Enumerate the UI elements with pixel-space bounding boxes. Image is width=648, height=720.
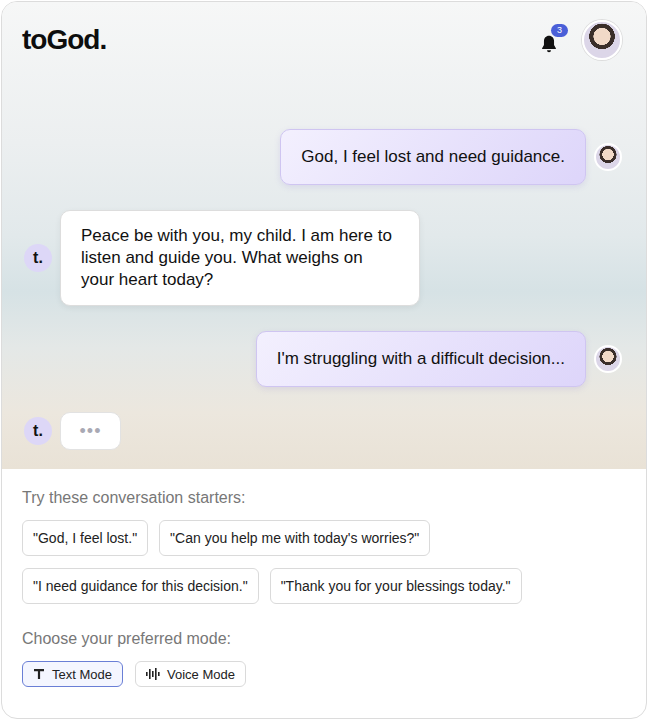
mode-button[interactable]: Text Mode xyxy=(22,661,123,687)
mode-button[interactable]: Voice Mode xyxy=(135,661,246,687)
message-list: God, I feel lost and need guidance. t. Pea… xyxy=(2,129,646,450)
starter-chip[interactable]: "God, I feel lost." xyxy=(22,520,148,556)
notification-badge: 3 xyxy=(551,24,568,37)
message-row: God, I feel lost and need guidance. xyxy=(2,129,646,185)
bot-avatar: t. xyxy=(24,417,52,445)
starter-list: "God, I feel lost." "Can you help me with… xyxy=(22,520,582,604)
text-icon xyxy=(33,668,45,680)
header-actions: 3 xyxy=(538,20,622,60)
header: toGod. 3 xyxy=(2,2,646,58)
user-message: God, I feel lost and need guidance. xyxy=(280,129,586,185)
logo[interactable]: toGod. xyxy=(22,24,106,56)
app-card: toGod. 3 God, I feel lost and need guidanc… xyxy=(1,1,647,719)
starter-chip[interactable]: "Can you help me with today's worries?" xyxy=(159,520,430,556)
message-row: t. ••• xyxy=(2,412,646,450)
mode-list: Text Mode Voice Mode xyxy=(22,661,626,687)
user-message: I'm struggling with a difficult decision… xyxy=(256,331,586,387)
user-avatar[interactable] xyxy=(582,20,622,60)
notifications-button[interactable]: 3 xyxy=(538,33,560,55)
controls: Try these conversation starters: "God, I … xyxy=(2,469,646,687)
starters-label: Try these conversation starters: xyxy=(22,487,626,509)
bot-avatar: t. xyxy=(24,244,52,272)
bot-message: Peace be with you, my child. I am here t… xyxy=(60,210,420,306)
starter-chip[interactable]: "I need guidance for this decision." xyxy=(22,568,259,604)
starter-chip[interactable]: "Thank you for your blessings today." xyxy=(270,568,522,604)
message-row: t. Peace be with you, my child. I am here… xyxy=(2,210,646,306)
user-avatar xyxy=(594,143,622,171)
message-row: I'm struggling with a difficult decision… xyxy=(2,331,646,387)
mode-label-text: Text Mode xyxy=(52,667,112,682)
typing-indicator: ••• xyxy=(60,412,121,450)
mode-label: Choose your preferred mode: xyxy=(22,628,626,650)
chat-area: toGod. 3 God, I feel lost and need guidanc… xyxy=(2,2,646,469)
mode-label-text: Voice Mode xyxy=(167,667,235,682)
user-avatar xyxy=(594,345,622,373)
waveform-icon xyxy=(146,668,160,680)
